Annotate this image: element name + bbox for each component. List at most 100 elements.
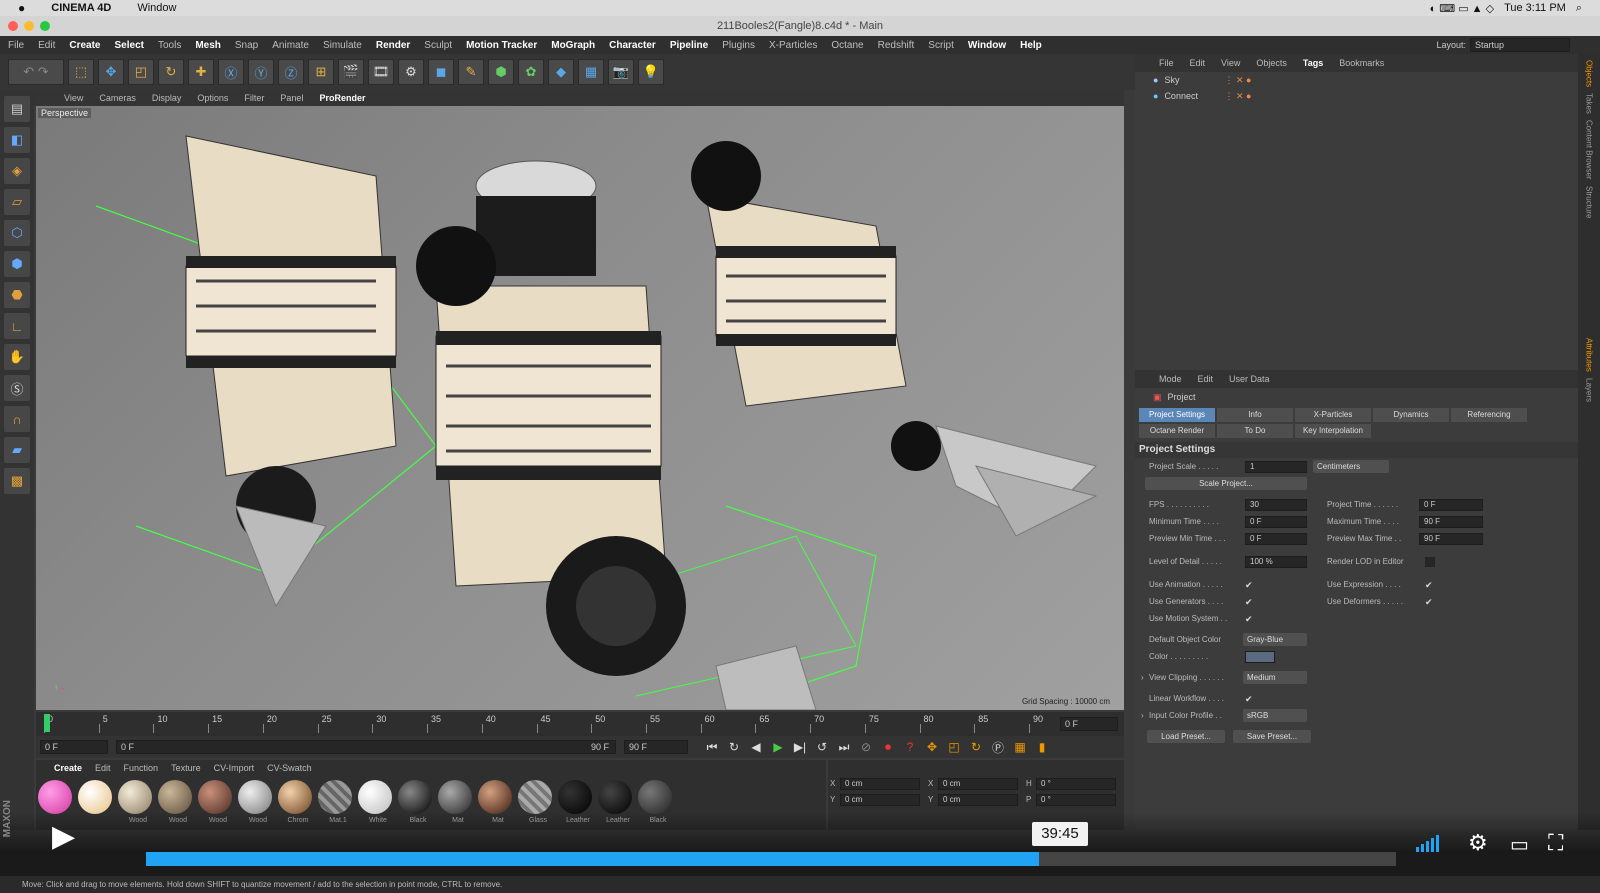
axis-mode-icon[interactable]: ∟ [4,313,30,339]
material-menu-create[interactable]: Create [54,763,82,773]
layout-dropdown[interactable]: Startup [1470,38,1570,52]
playhead[interactable] [44,714,50,732]
motion-record-icon[interactable]: ⊘ [856,738,876,756]
x-axis-icon[interactable]: Ⓧ [218,59,244,85]
object-menu-tags[interactable]: Tags [1303,58,1323,68]
menu-window[interactable]: Window [968,40,1006,51]
end-frame-field[interactable]: 90 F [624,740,688,754]
max-time-field[interactable]: 90 F [1419,515,1483,528]
object-row[interactable]: ● Sky ⋮ ✕ ● [1135,72,1578,88]
timeline-icon[interactable]: ▮ [1032,738,1052,756]
render-lod-checkbox[interactable] [1425,556,1435,567]
snap-icon[interactable]: Ⓢ [4,375,30,401]
side-tab-layers[interactable]: Layers [1585,378,1594,402]
menu-octane[interactable]: Octane [831,40,863,51]
cube-icon[interactable]: ◼ [428,59,454,85]
preview-min-field[interactable]: 0 F [1245,532,1307,545]
menu-animate[interactable]: Animate [272,40,309,51]
model-mode-icon[interactable]: ◧ [4,127,30,153]
use-generators-checkbox[interactable]: ✔ [1245,597,1255,607]
current-frame-field[interactable]: 0 F [1060,717,1118,731]
coord-x-position[interactable]: 0 cm [840,778,920,790]
menu-snap[interactable]: Snap [235,40,258,51]
side-tab-structure[interactable]: Structure [1585,186,1594,218]
edges-mode-icon[interactable]: ⬢ [4,251,30,277]
workplane-lock-icon[interactable]: ▰ [4,437,30,463]
fps-field[interactable]: 30 [1245,498,1307,511]
material-menu-cv-swatch[interactable]: CV-Swatch [267,763,312,773]
material-menu-cv-import[interactable]: CV-Import [214,763,255,773]
fullscreen-icon[interactable]: ⛶ [1548,830,1563,856]
tab-referencing[interactable]: Referencing [1451,408,1527,422]
save-preset-button[interactable]: Save Preset... [1233,730,1311,743]
viewport-menu-filter[interactable]: Filter [244,93,264,103]
menu-pipeline[interactable]: Pipeline [670,40,708,51]
tab-octane-render[interactable]: Octane Render [1139,424,1215,438]
tweak-icon[interactable]: ✋ [4,344,30,370]
camera-icon[interactable]: 📷 [608,59,634,85]
scale-icon[interactable]: ◰ [128,59,154,85]
tab-key-interpolation[interactable]: Key Interpolation [1295,424,1371,438]
spotlight-icon[interactable]: ⌕ [1576,2,1582,15]
tab-x-particles[interactable]: X-Particles [1295,408,1371,422]
lod-field[interactable]: 100 % [1245,555,1307,568]
object-menu-edit[interactable]: Edit [1190,58,1206,68]
tab-info[interactable]: Info [1217,408,1293,422]
coord-y-position[interactable]: 0 cm [840,794,920,806]
start-frame-field[interactable]: 0 F [40,740,108,754]
object-menu-objects[interactable]: Objects [1256,58,1287,68]
volume-icon[interactable] [1416,834,1439,852]
coordinate-system-icon[interactable]: ⊞ [308,59,334,85]
use-motion-checkbox[interactable]: ✔ [1245,614,1255,624]
close-window-button[interactable] [8,21,18,31]
grid-icon[interactable]: ▩ [4,468,30,494]
object-menu-file[interactable]: File [1159,58,1174,68]
loop-forward-icon[interactable]: ↺ [812,738,832,756]
render-settings-icon[interactable]: ⚙ [398,59,424,85]
3d-viewport[interactable]: Perspective Grid Spacing : 10000 cm ↑→ [36,106,1124,710]
object-menu-bookmarks[interactable]: Bookmarks [1339,58,1384,68]
default-color-dropdown[interactable]: Gray-Blue [1243,633,1307,646]
gear-icon[interactable]: ⚙ [1468,830,1488,856]
side-tab-objects[interactable]: Objects [1585,60,1594,87]
menu-motion-tracker[interactable]: Motion Tracker [466,40,537,51]
menu-plugins[interactable]: Plugins [722,40,755,51]
light-icon[interactable]: 💡 [638,59,664,85]
menu-sculpt[interactable]: Sculpt [424,40,452,51]
attribute-menu-user-data[interactable]: User Data [1229,374,1270,384]
viewport-menu-panel[interactable]: Panel [280,93,303,103]
apple-icon[interactable]: ● [18,1,25,15]
tab-project-settings[interactable]: Project Settings [1139,408,1215,422]
use-animation-checkbox[interactable]: ✔ [1245,580,1255,590]
workplane-icon[interactable]: ▱ [4,189,30,215]
deformer-icon[interactable]: ◆ [548,59,574,85]
subdivision-icon[interactable]: ⬢ [488,59,514,85]
load-preset-button[interactable]: Load Preset... [1147,730,1225,743]
pen-icon[interactable]: ✎ [458,59,484,85]
menu-mesh[interactable]: Mesh [195,40,221,51]
color-swatch[interactable] [1245,650,1275,663]
texture-mode-icon[interactable]: ◈ [4,158,30,184]
key-position-icon[interactable]: ✥ [922,738,942,756]
side-tab-attributes[interactable]: Attributes [1585,338,1594,372]
menu-mograph[interactable]: MoGraph [551,40,595,51]
goto-end-icon[interactable]: ⏭ [834,738,854,756]
coord-y-size[interactable]: 0 cm [938,794,1018,806]
menu-simulate[interactable]: Simulate [323,40,362,51]
magnet-icon[interactable]: ∩ [4,406,30,432]
side-tab-content-browser[interactable]: Content Browser [1585,120,1594,180]
attribute-menu-mode[interactable]: Mode [1159,374,1182,384]
material-menu-function[interactable]: Function [124,763,159,773]
live-select-icon[interactable]: ⬚ [68,59,94,85]
minimize-window-button[interactable] [24,21,34,31]
menu-edit[interactable]: Edit [38,40,55,51]
menu-x-particles[interactable]: X-Particles [769,40,817,51]
key-param-icon[interactable]: Ⓟ [988,738,1008,756]
side-tab-takes[interactable]: Takes [1585,93,1594,114]
autokey-icon[interactable]: ? [900,738,920,756]
scale-project-button[interactable]: Scale Project... [1145,477,1307,490]
zoom-window-button[interactable] [40,21,50,31]
rotate-icon[interactable]: ↻ [158,59,184,85]
z-axis-icon[interactable]: Ⓩ [278,59,304,85]
viewport-menu-options[interactable]: Options [197,93,228,103]
